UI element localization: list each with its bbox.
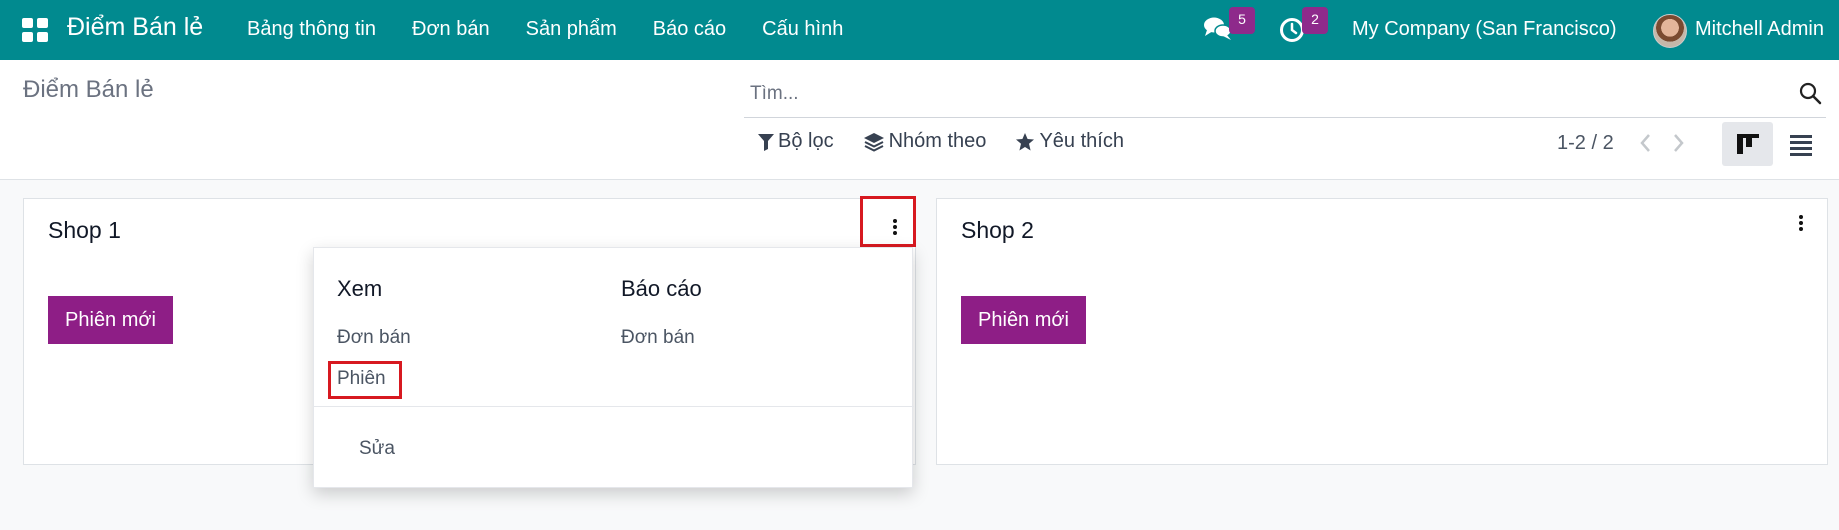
star-icon — [1016, 132, 1035, 150]
card-title: Shop 2 — [961, 217, 1034, 243]
activities-count-badge: 2 — [1302, 7, 1328, 34]
new-session-button[interactable]: Phiên mới — [48, 296, 173, 344]
list-view-button[interactable] — [1780, 122, 1820, 166]
highlight-box — [328, 361, 402, 399]
chevron-left-icon[interactable] — [1638, 132, 1654, 154]
menu-orders[interactable]: Đơn bán — [412, 18, 490, 41]
top-navbar: Điểm Bán lẻ Bảng thông tin Đơn bán Sản p… — [0, 0, 1839, 60]
view-orders-link[interactable]: Đơn bán — [337, 327, 411, 349]
report-orders-link[interactable]: Đơn bán — [621, 327, 695, 349]
breadcrumb: Điểm Bán lẻ — [23, 76, 154, 103]
user-menu[interactable]: Mitchell Admin — [1695, 18, 1824, 41]
group-by-button[interactable]: Nhóm theo — [863, 130, 987, 153]
search-input[interactable] — [750, 78, 1750, 110]
chevron-right-icon[interactable] — [1670, 132, 1686, 154]
search-icon[interactable] — [1798, 81, 1822, 105]
favorites-button[interactable]: Yêu thích — [1015, 130, 1124, 153]
menu-products[interactable]: Sản phẩm — [526, 18, 617, 41]
pos-card-shop-2[interactable]: Shop 2 Phiên mới — [936, 198, 1828, 465]
report-section-title: Báo cáo — [621, 276, 702, 301]
menu-reporting[interactable]: Báo cáo — [653, 18, 726, 41]
control-panel: Điểm Bán lẻ Bộ lọc Nhóm theo Yêu thích 1… — [0, 60, 1839, 180]
card-dropdown-menu: Xem Báo cáo Đơn bán Phiên Đơn bán Sửa — [313, 247, 914, 488]
edit-link[interactable]: Sửa — [359, 438, 395, 460]
new-session-button[interactable]: Phiên mới — [961, 296, 1086, 344]
menu-dashboard[interactable]: Bảng thông tin — [247, 18, 376, 41]
search-options: Bộ lọc Nhóm theo Yêu thích — [758, 130, 1153, 153]
main-menu: Bảng thông tin Đơn bán Sản phẩm Báo cáo … — [247, 18, 879, 41]
filters-label: Bộ lọc — [778, 130, 834, 152]
kanban-icon — [1737, 134, 1759, 154]
messages-count-badge: 5 — [1229, 7, 1255, 34]
view-section-title: Xem — [337, 276, 383, 301]
kebab-menu-icon[interactable] — [1791, 213, 1811, 253]
group-by-label: Nhóm theo — [888, 130, 987, 152]
menu-configuration[interactable]: Cấu hình — [762, 18, 843, 41]
list-icon — [1790, 135, 1812, 156]
apps-menu-icon[interactable] — [22, 18, 48, 42]
company-switcher[interactable]: My Company (San Francisco) — [1352, 18, 1617, 41]
app-brand[interactable]: Điểm Bán lẻ — [67, 13, 203, 42]
filter-icon — [758, 133, 774, 151]
filters-button[interactable]: Bộ lọc — [758, 130, 834, 153]
search-bar — [744, 70, 1826, 118]
pager-value[interactable]: 1-2 / 2 — [1557, 132, 1614, 155]
user-avatar[interactable] — [1653, 14, 1687, 48]
favorites-label: Yêu thích — [1039, 130, 1124, 152]
kanban-view-button[interactable] — [1722, 122, 1773, 166]
card-title: Shop 1 — [48, 217, 121, 243]
dropdown-divider — [314, 406, 914, 407]
layers-icon — [863, 132, 884, 152]
